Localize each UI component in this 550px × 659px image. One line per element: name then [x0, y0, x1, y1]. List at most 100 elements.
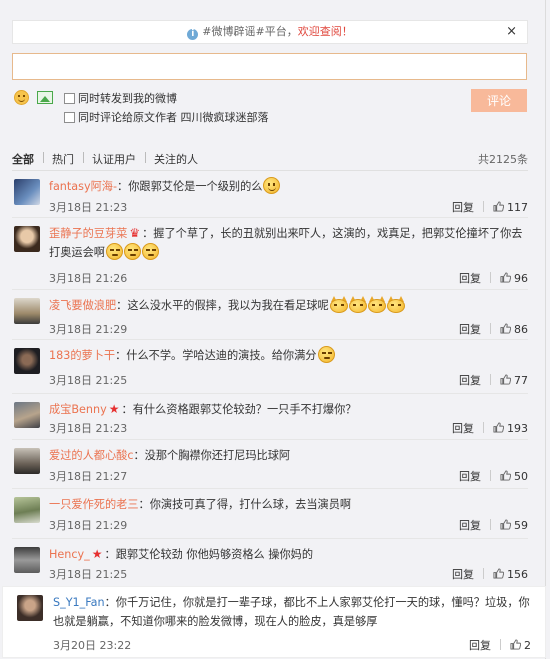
reply-button[interactable]: 回复 [452, 422, 474, 435]
comment-actions: 回复 117 [452, 199, 528, 215]
comment-item: Hency_ ★ ：跟郭艾伦较劲 你他妈够资格么 操你妈的 3月18日 21:25 … [12, 539, 528, 585]
like-count[interactable]: 193 [507, 422, 528, 435]
like-count[interactable]: 77 [514, 374, 528, 387]
notice-welcome-link[interactable]: 欢迎查阅！ [298, 25, 353, 38]
comment-body: 爱过的人都心酸c：没那个胸襟你还打尼玛比球阿 [49, 446, 525, 465]
avatar[interactable] [14, 402, 40, 428]
like-count[interactable]: 59 [514, 519, 528, 532]
like-count[interactable]: 50 [514, 470, 528, 483]
reply-button[interactable]: 回复 [459, 470, 481, 483]
tab-divider [83, 152, 84, 163]
comment-username[interactable]: fantasy阿海- [49, 180, 117, 193]
comment-username[interactable]: 歪静子的豆芽菜 [49, 227, 127, 240]
comment-time: 3月18日 21:27 [49, 470, 128, 483]
angry-emoji-icon [141, 243, 159, 260]
comment-username[interactable]: 爱过的人都心酸c [49, 449, 133, 462]
comment-to-author-checkbox[interactable] [64, 112, 75, 123]
close-icon[interactable]: × [506, 21, 517, 43]
reply-button[interactable]: 回复 [459, 272, 481, 285]
thumbs-up-icon[interactable] [500, 519, 511, 530]
comment-time: 3月18日 21:29 [49, 519, 128, 532]
angry-emoji-icon [105, 243, 123, 260]
action-divider [483, 201, 484, 212]
comment-body: 成宝Benny ★ ：有什么资格跟郭艾伦较劲？一只手不打爆你？ [49, 400, 525, 419]
comment-time: 3月20日 23:22 [53, 639, 132, 652]
comment-username[interactable]: 一只爱作死的老三 [49, 498, 139, 511]
comment-input[interactable] [12, 53, 527, 80]
tab-following[interactable]: 关注的人 [154, 151, 198, 167]
comment-total-count: 共2125条 [478, 153, 528, 166]
comment-username[interactable]: 成宝Benny [49, 403, 107, 416]
cat-emoji-icon [386, 296, 405, 313]
avatar[interactable] [14, 226, 40, 252]
action-divider [490, 519, 491, 530]
tab-all[interactable]: 全部 [12, 151, 34, 167]
emoji-icon[interactable] [14, 90, 29, 105]
comment-time: 3月18日 21:25 [49, 374, 128, 387]
like-count[interactable]: 156 [507, 568, 528, 581]
avatar[interactable] [14, 179, 40, 205]
action-divider [483, 422, 484, 433]
forward-option[interactable]: 同时转发到我的微博 [64, 92, 177, 106]
info-icon: i [187, 29, 199, 40]
comment-body: S_Y1_Fan：你千万记住，你就是打一辈子球，都比不上人家郭艾伦打一天的球，懂… [53, 593, 533, 631]
comment-item: S_Y1_Fan：你千万记住，你就是打一辈子球，都比不上人家郭艾伦打一天的球，懂… [2, 586, 546, 658]
cat-emoji-icon [367, 296, 386, 313]
comment-to-author-option[interactable]: 同时评论给原文作者 四川微疯球迷部落 [64, 111, 269, 125]
like-count[interactable]: 117 [507, 201, 528, 214]
comment-text: ：这么没水平的假摔，我以为我在看足球呢 [116, 299, 329, 312]
avatar[interactable] [14, 298, 40, 324]
like-count[interactable]: 2 [524, 639, 531, 652]
reply-button[interactable]: 回复 [452, 568, 474, 581]
avatar[interactable] [17, 595, 43, 621]
thumbs-up-icon[interactable] [500, 272, 511, 283]
reply-button[interactable]: 回复 [452, 201, 474, 214]
comment-username[interactable]: S_Y1_Fan [53, 596, 105, 609]
avatar[interactable] [14, 448, 40, 474]
thumbs-up-icon[interactable] [493, 201, 504, 212]
comment-time: 3月18日 21:23 [49, 422, 128, 435]
comment-username[interactable]: 183的萝卜干 [49, 349, 115, 362]
reply-button[interactable]: 回复 [459, 519, 481, 532]
action-divider [490, 272, 491, 283]
submit-comment-button[interactable]: 评论 [471, 89, 527, 112]
thumbs-up-icon[interactable] [510, 639, 521, 650]
cat-emoji-icon [348, 296, 367, 313]
smile-emoji-icon [263, 177, 281, 194]
comment-item: fantasy阿海-：你跟郭艾伦是一个级别的么 3月18日 21:23 回复 11… [12, 171, 528, 218]
reply-button[interactable]: 回复 [459, 374, 481, 387]
comment-text: ：你千万记住，你就是打一辈子球，都比不上人家郭艾伦打一天的球，懂吗？垃圾，你也就… [53, 596, 530, 628]
reply-button[interactable]: 回复 [469, 639, 491, 652]
star-badge-icon: ★ [91, 547, 103, 561]
comment-text: ：你跟郭艾伦是一个级别的么 [117, 180, 263, 193]
comment-time: 3月18日 21:29 [49, 323, 128, 336]
comment-body: fantasy阿海-：你跟郭艾伦是一个级别的么 [49, 177, 525, 196]
tab-hot[interactable]: 热门 [52, 151, 74, 167]
thumbs-up-icon[interactable] [500, 470, 511, 481]
comment-text: ：你演技可真了得，打什么球，去当演员啊 [138, 498, 352, 511]
tab-verified-users[interactable]: 认证用户 [92, 151, 136, 167]
comment-text: ：什么不学。学哈达迪的演技。给你满分 [115, 349, 317, 362]
avatar[interactable] [14, 348, 40, 374]
comment-text: ：没那个胸襟你还打尼玛比球阿 [133, 449, 291, 462]
avatar[interactable] [14, 547, 40, 573]
comment-username[interactable]: 凌飞要做浪肥 [49, 299, 116, 312]
thumbs-up-icon[interactable] [500, 374, 511, 385]
avatar[interactable] [14, 497, 40, 523]
comment-panel: i #微博辟谣#平台，欢迎查阅！ × 同时转发到我的微博 同时评论给原文作者 四川… [0, 0, 546, 659]
forward-checkbox[interactable] [64, 93, 75, 104]
like-count[interactable]: 86 [514, 323, 528, 336]
comment-item: 成宝Benny ★ ：有什么资格跟郭艾伦较劲？一只手不打爆你？ 3月18日 21:2… [12, 394, 528, 440]
like-count[interactable]: 96 [514, 272, 528, 285]
comment-actions: 回复 50 [459, 468, 528, 484]
comment-username[interactable]: Hency_ [49, 548, 90, 561]
image-icon[interactable] [37, 91, 53, 104]
comment-time: 3月18日 21:25 [49, 568, 128, 581]
comment-time: 3月18日 21:26 [49, 272, 128, 285]
comment-actions: 回复 77 [459, 372, 528, 388]
thumbs-up-icon[interactable] [500, 323, 511, 334]
thumbs-up-icon[interactable] [493, 568, 504, 579]
comment-body: 歪静子的豆芽菜 ♛ ：握了个草了，长的丑就别出来吓人，这演的，戏真足，把郭艾伦撞坏了… [49, 224, 525, 262]
thumbs-up-icon[interactable] [493, 422, 504, 433]
reply-button[interactable]: 回复 [459, 323, 481, 336]
